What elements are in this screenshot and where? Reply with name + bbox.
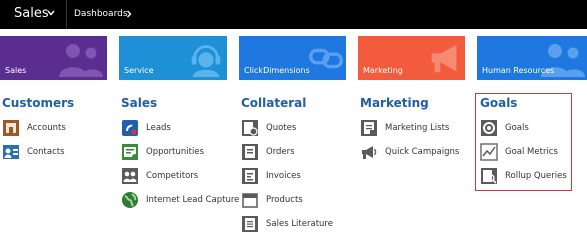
nav-item-label: Goals	[505, 123, 529, 133]
nav-item-accounts[interactable]: Accounts	[2, 119, 120, 139]
tile-human-resources[interactable]: Human Resources	[477, 36, 587, 80]
divider	[66, 0, 67, 29]
quick-campaigns-icon	[362, 146, 377, 159]
nav-item-products[interactable]: Products	[241, 191, 359, 211]
nav-item-invoices[interactable]: Invoices	[241, 167, 359, 187]
group-marketing: Marketing Marketing Lists Quick Campaign…	[360, 96, 459, 159]
nav-item-marketing-lists[interactable]: Marketing Lists	[360, 119, 478, 139]
marketing-lists-icon	[361, 120, 377, 136]
group-title: Goals	[480, 96, 518, 110]
nav-item-label: Opportunities	[146, 147, 204, 157]
link-icon	[309, 48, 343, 69]
app-title[interactable]: Sales	[14, 5, 49, 23]
group-customers: Customers Accounts Contacts	[2, 96, 75, 159]
headset-icon	[191, 45, 221, 77]
target-icon	[481, 120, 497, 136]
group-title: Collateral	[241, 96, 307, 110]
nav-item-rollup-queries[interactable]: Rollup Queries	[480, 167, 568, 187]
nav-item-label: Quotes	[266, 123, 297, 133]
nav-item-label: Competitors	[146, 171, 199, 181]
contacts-icon	[3, 145, 19, 159]
tile-label: Sales	[5, 66, 27, 75]
nav-item-goals[interactable]: Goals	[480, 119, 568, 139]
nav-item-quotes[interactable]: Quotes	[241, 119, 359, 139]
nav-item-orders[interactable]: Orders	[241, 143, 359, 163]
people-icon	[59, 44, 103, 77]
nav-item-label: Sales Literature	[266, 219, 333, 229]
tile-marketing[interactable]: Marketing	[358, 36, 465, 80]
tile-label: Human Resources	[482, 66, 555, 75]
breadcrumb-dashboards[interactable]: Dashboards	[74, 8, 128, 20]
tile-sales[interactable]: Sales	[0, 36, 107, 80]
tile-label: Service	[124, 66, 154, 75]
goal-metrics-icon	[480, 143, 498, 161]
nav-item-competitors[interactable]: Competitors	[121, 167, 239, 187]
rollup-queries-icon	[481, 168, 497, 184]
nav-item-label: Products	[266, 195, 303, 205]
quotes-icon	[242, 120, 258, 136]
sales-literature-icon	[242, 216, 258, 232]
tile-label: ClickDimensions	[244, 66, 310, 75]
leads-icon	[122, 120, 138, 136]
tile-label: Marketing	[363, 66, 403, 75]
nav-item-label: Quick Campaigns	[385, 147, 460, 157]
nav-item-sales-literature[interactable]: Sales Literature	[241, 215, 359, 235]
orders-icon	[242, 144, 258, 160]
top-navigation-bar: Sales Dashboards	[0, 0, 587, 29]
globe-icon	[122, 192, 138, 208]
nav-item-label: Accounts	[27, 123, 66, 133]
tile-service[interactable]: Service	[119, 36, 227, 80]
products-icon	[242, 193, 258, 208]
invoices-icon	[242, 168, 258, 184]
nav-item-contacts[interactable]: Contacts	[2, 143, 120, 163]
nav-item-label: Marketing Lists	[385, 123, 450, 133]
group-collateral: Collateral Quotes Orders Invoices Produc…	[241, 96, 333, 232]
group-sales: Sales Leads Opportunities Competitors In…	[121, 96, 239, 208]
group-title: Sales	[121, 96, 158, 110]
nav-item-label: Leads	[146, 123, 171, 133]
group-title: Customers	[2, 96, 75, 110]
nav-item-quick-campaigns[interactable]: Quick Campaigns	[360, 143, 478, 163]
nav-item-internet-lead-capture[interactable]: Internet Lead Capture	[121, 191, 239, 211]
nav-item-label: Goal Metrics	[505, 147, 558, 157]
nav-item-opportunities[interactable]: Opportunities	[121, 143, 239, 163]
megaphone-icon	[431, 44, 457, 73]
group-title: Marketing	[360, 96, 429, 110]
nav-item-goal-metrics[interactable]: Goal Metrics	[480, 143, 568, 163]
nav-item-label: Internet Lead Capture	[146, 195, 240, 205]
group-goals: Goals Goals Goal Metrics Rollup Queries	[480, 96, 567, 184]
opportunities-icon	[122, 144, 138, 160]
chevron-down-icon[interactable]	[46, 8, 56, 18]
accounts-icon	[3, 120, 19, 136]
nav-item-label: Rollup Queries	[505, 171, 567, 181]
nav-item-label: Contacts	[27, 147, 65, 157]
chevron-right-icon[interactable]	[125, 10, 133, 18]
nav-item-leads[interactable]: Leads	[121, 119, 239, 139]
nav-item-label: Invoices	[266, 171, 301, 181]
nav-item-label: Orders	[266, 147, 295, 157]
competitors-icon	[122, 168, 138, 184]
tile-clickdimensions[interactable]: ClickDimensions	[239, 36, 346, 80]
